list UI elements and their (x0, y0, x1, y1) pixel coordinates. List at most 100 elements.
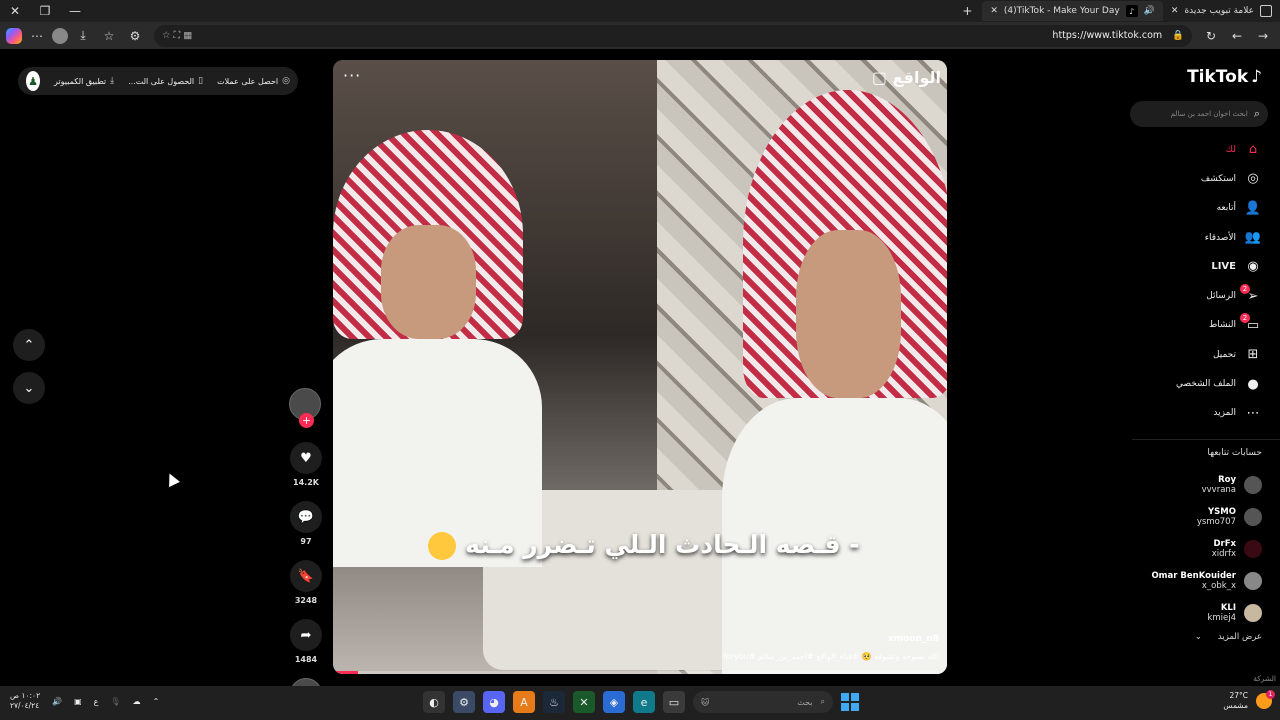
bookmark-icon[interactable]: 🔖 (290, 560, 322, 592)
tiktok-tab-icon: ♪ (1125, 5, 1138, 17)
creator-avatar[interactable]: + (289, 388, 321, 428)
next-video-button[interactable]: ⌄ (13, 372, 45, 404)
heart-icon[interactable]: ♥ (290, 442, 322, 474)
clock[interactable]: ١٠:٠٢ ص ٢٧/٠٤/٢٤ (10, 691, 40, 711)
see-more-button[interactable]: عرض المزيد ⌄ (1195, 632, 1262, 642)
following-account[interactable]: KLI kmiej4 (1132, 597, 1262, 629)
account-info: YSMO ysmo707 (1197, 507, 1236, 527)
sidebar-item-label: استكشف (1200, 173, 1236, 184)
search-bar[interactable]: ⌕ ابحث اخوان احمد بن سالم (1130, 101, 1268, 127)
minimize-window-button[interactable]: — (60, 0, 90, 22)
new-tab-button[interactable]: + (952, 0, 982, 22)
video-progress-bar[interactable] (333, 671, 947, 674)
following-account[interactable]: YSMO ysmo707 (1132, 501, 1262, 533)
user-avatar-icon[interactable]: ♟ (26, 71, 40, 91)
xbox-icon[interactable]: ✕ (573, 691, 595, 713)
search-input[interactable]: ابحث اخوان احمد بن سالم (1171, 110, 1248, 118)
comment-action[interactable]: 💬 97 (289, 501, 323, 546)
share-icon[interactable]: ➦ (290, 619, 322, 651)
speaker-icon[interactable]: 🔊 (1144, 6, 1155, 16)
sidebar-item-following[interactable]: 👤 أتابعه (1132, 194, 1262, 223)
get-coins-link[interactable]: ◎ احصل على عملات (217, 76, 290, 86)
sidebar-menu: ⌂ لك ◎ استكشف 👤 أتابعه 👥 الأصدقاء ◉ LIVE… (1132, 135, 1262, 428)
video-caption: - قـصه الـحادث الـلي تـضرر مـنه (333, 530, 947, 560)
profile-icon: ● (1247, 376, 1259, 392)
comment-icon[interactable]: 💬 (290, 501, 322, 533)
close-window-button[interactable]: ✕ (0, 0, 30, 22)
edge-icon[interactable]: e (633, 691, 655, 713)
get-mobile-app-label: الحصول على الت... (128, 76, 195, 86)
video-more-button[interactable]: ··· (343, 66, 361, 85)
favorite-star-icon[interactable]: ☆ ⛶ ▦ (162, 30, 192, 41)
sidebar-item-activity[interactable]: ▭ 2 النشاط (1132, 311, 1262, 340)
language-indicator[interactable]: ع (94, 697, 99, 706)
sidebar-item-profile[interactable]: ● الملف الشخصي (1132, 369, 1262, 398)
get-desktop-app-link[interactable]: ⤓ تطبيق الكمبيوتر (54, 76, 114, 86)
face (380, 225, 476, 339)
sidebar-item-live[interactable]: ◉ LIVE (1132, 252, 1262, 281)
refresh-icon[interactable]: ↻ (1200, 25, 1222, 47)
tab-new[interactable]: ✕ علامة تبويب جديدة (1163, 1, 1280, 21)
account-id: xidrfx (1211, 549, 1236, 559)
volume-icon[interactable]: 🔊 (52, 697, 62, 706)
sidebar-item-explore[interactable]: ◎ استكشف (1132, 164, 1262, 193)
more-options-icon[interactable]: ⋯ (26, 25, 48, 47)
sidebar-item-messages[interactable]: ➢ 2 الرسائل (1132, 281, 1262, 310)
profile-avatar[interactable] (52, 27, 68, 44)
following-account[interactable]: DrFx xidrfx (1132, 533, 1262, 565)
phone-icon: ▯ (198, 76, 204, 86)
company-link[interactable]: الشركة (1253, 674, 1276, 683)
taskbar-search[interactable]: ⌕ بحث 🐱 (693, 691, 833, 713)
tab-close-icon[interactable]: ✕ (990, 6, 998, 16)
sidebar-item-upload[interactable]: ⊞ تحميل (1132, 340, 1262, 369)
steam-icon[interactable]: ♨ (543, 691, 565, 713)
back-icon[interactable]: ← (1226, 25, 1248, 47)
forward-icon[interactable]: → (1252, 25, 1274, 47)
weather-condition: مشمس (1223, 701, 1248, 710)
search-icon[interactable]: ⌕ (1254, 107, 1260, 121)
extensions-icon[interactable]: ⚙ (124, 25, 146, 47)
sidebar-item-more[interactable]: ⋯ المزيد (1132, 399, 1262, 428)
tab-close-icon[interactable]: ✕ (1171, 6, 1179, 16)
sidebar-item-label: الملف الشخصي (1176, 379, 1236, 390)
tiktok-logo[interactable]: ♪ TikTok (1187, 67, 1262, 87)
account-info: KLI kmiej4 (1207, 603, 1236, 623)
account-name: KLI (1220, 603, 1236, 613)
lock-icon[interactable]: 🔒 (1172, 30, 1184, 41)
url-field[interactable]: ☆ ⛶ ▦ https://www.tiktok.com 🔒 (154, 24, 1192, 47)
onedrive-icon[interactable]: ☁ (133, 697, 141, 706)
chevron-up-icon[interactable]: ⌃ (153, 697, 160, 706)
video-player[interactable]: ··· الواقع ▢ - قـصه الـحادث الـلي تـضرر … (333, 60, 947, 674)
microphone-icon[interactable]: 🎙 (110, 697, 120, 706)
taskbar-search-input[interactable]: بحث (797, 698, 812, 707)
save-action[interactable]: 🔖 3248 (289, 560, 323, 605)
sidebar-item-for-you[interactable]: ⌂ لك (1132, 135, 1262, 164)
taskbar-weather[interactable]: 27°C مشمس 1 (1223, 690, 1275, 711)
tab-tiktok[interactable]: ✕ (4)TikTok - Make Your Day ♪ 🔊 (982, 1, 1163, 21)
copilot-icon[interactable] (6, 27, 22, 44)
following-account[interactable]: Roy vvvrana (1132, 469, 1262, 501)
video-author[interactable]: xmoon_n8 (888, 634, 939, 644)
discord-icon[interactable]: ◕ (483, 691, 505, 713)
favorites-icon[interactable]: ☆ (98, 25, 120, 47)
share-action[interactable]: ➦ 1484 (289, 619, 323, 664)
file-explorer-icon[interactable]: ▭ (663, 691, 685, 713)
sidebar-item-friends[interactable]: 👥 الأصدقاء (1132, 223, 1262, 252)
like-action[interactable]: ♥ 14.2K (289, 442, 323, 487)
app-icon-1[interactable]: ◐ (423, 691, 445, 713)
download-icon[interactable]: ⤓ (72, 25, 94, 47)
following-account[interactable]: Omar BenKouider x_obk_x (1132, 565, 1262, 597)
following-icon: 👤 (1244, 200, 1262, 216)
account-name: Roy (1218, 475, 1236, 485)
previous-video-button[interactable]: ⌃ (13, 329, 45, 361)
settings-icon[interactable]: ⚙ (453, 691, 475, 713)
friends-icon: 👥 (1244, 230, 1262, 246)
windows-start-icon[interactable] (841, 693, 859, 711)
app-icon-blue[interactable]: ◈ (603, 691, 625, 713)
app-icon-orange[interactable]: A (513, 691, 535, 713)
follow-plus-icon[interactable]: + (299, 413, 314, 428)
network-icon[interactable]: ▣ (74, 697, 82, 706)
weather-info: 27°C مشمس (1223, 691, 1248, 711)
restore-window-button[interactable]: ❐ (30, 0, 60, 22)
get-mobile-app-link[interactable]: ▯ الحصول على الت... (128, 76, 203, 86)
